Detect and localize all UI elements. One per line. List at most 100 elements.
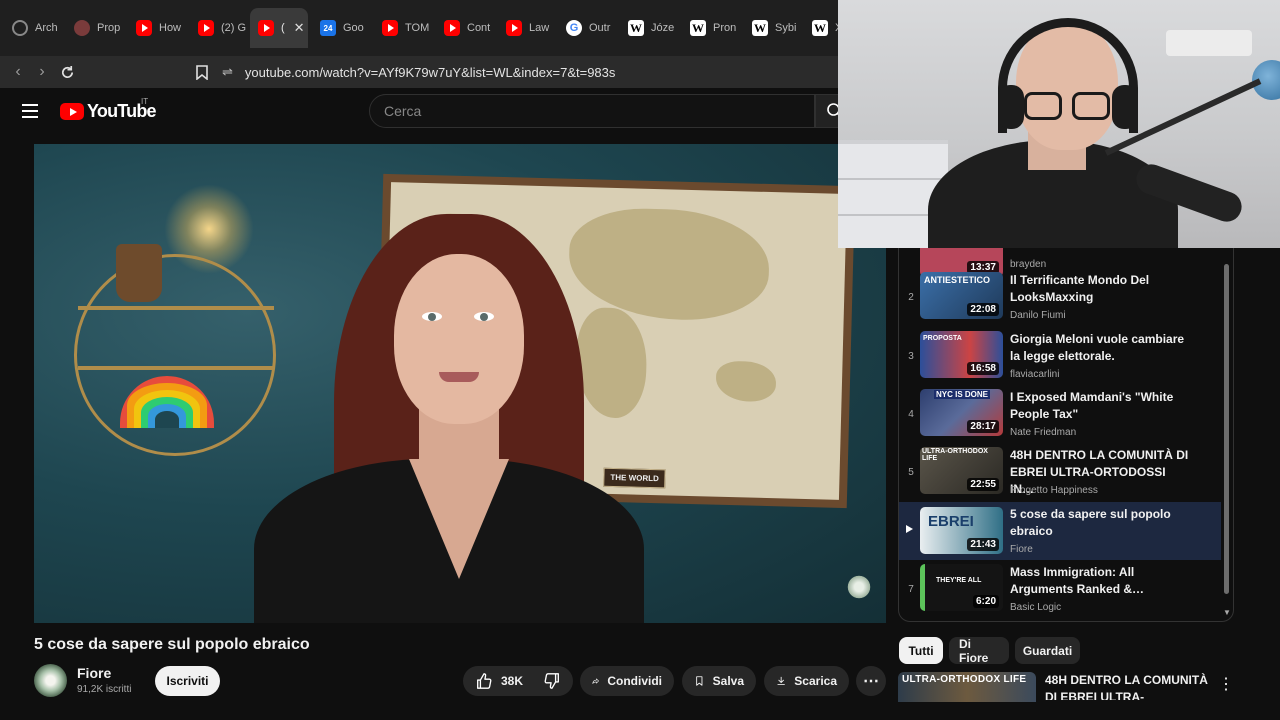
- globe-icon: [74, 20, 90, 36]
- thumbnail-text: ULTRA-ORTHODOX LIFE: [902, 674, 1027, 685]
- playlist-item-current[interactable]: EBREI 21:43 5 cose da sapere sul popolo …: [899, 502, 1221, 560]
- browser-tab[interactable]: Law: [498, 8, 558, 48]
- playlist-thumbnail[interactable]: NYC IS DONE 28:17: [920, 389, 1003, 436]
- video-player[interactable]: THE WORLD: [34, 144, 886, 623]
- playlist-thumbnail[interactable]: THEY'RE ALL 6:20: [920, 564, 1003, 611]
- channel-avatar[interactable]: [34, 664, 67, 697]
- menu-icon[interactable]: [22, 104, 38, 118]
- download-button[interactable]: Scarica: [764, 666, 849, 696]
- playlist-item-channel: Danilo Fiumi: [1010, 310, 1066, 321]
- search-placeholder: Cerca: [384, 103, 422, 119]
- browser-tab[interactable]: WX: [804, 8, 840, 48]
- tab-label: How: [159, 22, 182, 34]
- shelf-board: [78, 366, 274, 370]
- playlist-item-channel: Progetto Happiness: [1010, 485, 1098, 496]
- close-icon[interactable]: ✕: [294, 20, 305, 36]
- browser-tab[interactable]: 24 Goo: [312, 8, 372, 48]
- youtube-logo[interactable]: YouTube IT: [60, 97, 157, 122]
- address-bar[interactable]: ⇌ youtube.com/watch?v=AYf9K79w7uY&list=W…: [222, 58, 862, 86]
- search-input[interactable]: Cerca: [369, 94, 815, 128]
- thumbnail-text: NYC IS DONE: [934, 390, 991, 399]
- glasses: [1024, 92, 1116, 124]
- playlist-item[interactable]: 4 NYC IS DONE 28:17 I Exposed Mamdani's …: [899, 387, 1221, 445]
- browser-tab[interactable]: Arch: [4, 8, 62, 48]
- archive-icon: [12, 20, 28, 36]
- playlist-item-channel: brayden: [1010, 259, 1047, 270]
- playlist-item[interactable]: 5 ULTRA-ORTHODOX LIFE 22:55 48H DENTRO L…: [899, 445, 1221, 503]
- channel-name[interactable]: Fiore: [77, 665, 111, 681]
- tab-label: Józe: [651, 22, 675, 34]
- browser-tab[interactable]: Cont: [436, 8, 496, 48]
- playlist-thumbnail[interactable]: PROPOSTA 16:58: [920, 331, 1003, 378]
- youtube-icon: [258, 20, 274, 36]
- playlist-item-channel: flaviacarlini: [1010, 369, 1060, 380]
- chip-from-channel[interactable]: Di Fiore: [949, 637, 1009, 665]
- browser-tab[interactable]: W Józe: [620, 8, 682, 48]
- browser-tab[interactable]: (2) G: [190, 8, 248, 48]
- chip-all[interactable]: Tutti: [899, 637, 943, 664]
- more-actions-button[interactable]: ⋯: [856, 666, 886, 696]
- browser-tab[interactable]: G Outr: [558, 8, 620, 48]
- wikipedia-icon: W: [628, 20, 644, 36]
- forward-icon[interactable]: ›: [30, 60, 54, 84]
- scroll-down-arrow-icon[interactable]: ▼: [1223, 608, 1231, 617]
- more-icon: ⋯: [863, 673, 879, 690]
- playlist-thumbnail[interactable]: ANTIESTETICO 22:08: [920, 272, 1003, 319]
- playlist-item-title: Il Terrificante Mondo Del LooksMaxxing: [1010, 273, 1150, 304]
- bookmark-icon: [696, 676, 703, 686]
- recommendation-thumbnail[interactable]: ULTRA-ORTHODOX LIFE: [898, 672, 1036, 702]
- youtube-icon: [506, 20, 522, 36]
- youtube-icon: [136, 20, 152, 36]
- share-label: Condividi: [607, 674, 662, 688]
- dislike-button[interactable]: [543, 672, 561, 690]
- tab-label: Goo: [343, 22, 364, 34]
- playlist-item-title: I Exposed Mamdani's "White People Tax": [1010, 390, 1174, 421]
- browser-tab[interactable]: W Sybi: [744, 8, 806, 48]
- wikipedia-icon: W: [752, 20, 768, 36]
- playlist-item[interactable]: 2 ANTIESTETICO 22:08 Il Terrificante Mon…: [899, 270, 1221, 328]
- duration-badge: 22:08: [967, 303, 999, 316]
- playlist-item-channel: Nate Friedman: [1010, 427, 1077, 438]
- youtube-icon: [382, 20, 398, 36]
- tab-label: Arch: [35, 22, 58, 34]
- youtube-icon: [444, 20, 460, 36]
- thumbnail-text: ULTRA-ORTHODOX LIFE: [922, 448, 988, 462]
- browser-tab[interactable]: Prop: [66, 8, 126, 48]
- now-playing-icon: [906, 525, 913, 533]
- chip-watched[interactable]: Guardati: [1015, 637, 1080, 664]
- like-button[interactable]: 38K: [475, 672, 523, 690]
- back-icon[interactable]: ‹: [6, 60, 30, 84]
- playlist-thumbnail[interactable]: ULTRA-ORTHODOX LIFE 22:55: [920, 447, 1003, 494]
- browser-tab[interactable]: How: [128, 8, 188, 48]
- recommendation-title[interactable]: 48H DENTRO LA COMUNITÀ DI EBREI ULTRA-OR…: [1045, 672, 1213, 700]
- channel-watermark-icon[interactable]: [846, 574, 872, 600]
- presenter-face: [394, 254, 524, 424]
- youtube-icon: [198, 20, 214, 36]
- youtube-logo-icon: [60, 103, 84, 120]
- playlist-thumbnail[interactable]: EBREI 21:43: [920, 507, 1003, 554]
- browser-tab[interactable]: W Pron: [682, 8, 744, 48]
- google-icon: G: [566, 20, 582, 36]
- subscribe-button[interactable]: Iscriviti: [155, 666, 220, 696]
- browser-tab[interactable]: TOM: [374, 8, 434, 48]
- tab-label: TOM: [405, 22, 430, 34]
- reload-icon[interactable]: [55, 60, 79, 84]
- browser-tab-active[interactable]: (✕: [250, 8, 308, 48]
- like-dislike-group: 38K: [463, 666, 573, 696]
- playlist-index: 2: [908, 292, 914, 303]
- playlist-index: 7: [908, 584, 914, 595]
- save-button[interactable]: Salva: [682, 666, 756, 696]
- bookmark-icon[interactable]: [190, 60, 214, 84]
- site-info-icon[interactable]: ⇌: [222, 64, 233, 80]
- map-label: THE WORLD: [603, 467, 667, 489]
- tab-label: Prop: [97, 22, 121, 34]
- more-vert-icon[interactable]: ⋮: [1218, 674, 1234, 694]
- share-button[interactable]: Condividi: [580, 666, 674, 696]
- calendar-icon: 24: [320, 20, 336, 36]
- playlist-scrollbar[interactable]: [1224, 264, 1229, 594]
- playlist-item[interactable]: 3 PROPOSTA 16:58 Giorgia Meloni vuole ca…: [899, 329, 1221, 387]
- playlist-item[interactable]: 7 THEY'RE ALL 6:20 Mass Immigration: All…: [899, 562, 1221, 620]
- download-icon: [777, 676, 785, 686]
- subscriber-count: 91,2K iscritti: [77, 684, 132, 695]
- share-icon: [592, 678, 599, 684]
